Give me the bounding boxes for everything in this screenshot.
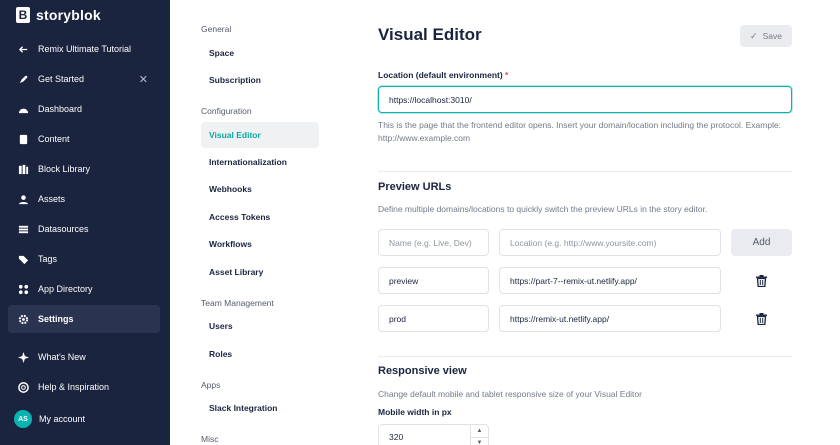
sidebar-item-label: Block Library [38, 164, 91, 174]
subnav-item-workflows[interactable]: Workflows [201, 231, 319, 257]
save-button[interactable]: ✓ Save [740, 25, 792, 47]
location-label-text: Location (default environment) [378, 70, 503, 80]
stepper-arrows: ▲ ▼ [470, 425, 488, 445]
subnav-item-webhooks[interactable]: Webhooks [201, 176, 319, 202]
preview-row-name[interactable]: preview [378, 267, 489, 294]
chevron-down-icon[interactable]: ▼ [471, 438, 488, 445]
add-preview-button[interactable]: Add [731, 229, 792, 256]
sidebar-item-assets[interactable]: Assets [8, 185, 160, 213]
tag-icon [17, 253, 29, 265]
help-icon [17, 381, 29, 393]
preview-row-name[interactable]: prod [378, 305, 489, 332]
preview-row-url[interactable]: https://part-7--remix-ut.netlify.app/ [499, 267, 721, 294]
trash-icon[interactable] [755, 312, 767, 325]
sidebar-item-label: Assets [38, 194, 66, 204]
space-name: Remix Ultimate Tutorial [38, 44, 132, 54]
sidebar-item-app-directory[interactable]: App Directory [8, 275, 160, 303]
subnav-heading-general: General [201, 24, 232, 34]
assets-icon [17, 193, 29, 205]
close-icon[interactable]: ✕ [139, 73, 148, 86]
chevron-up-icon[interactable]: ▲ [471, 425, 488, 438]
main-content: Visual Editor ✓ Save Location (default e… [338, 0, 840, 445]
subnav-item-subscription[interactable]: Subscription [201, 67, 319, 93]
sidebar-item-get-started[interactable]: Get Started ✕ [8, 65, 160, 93]
main-sidebar: B storyblok Remix Ultimate Tutorial Get … [0, 0, 170, 445]
sidebar-item-label: Tags [38, 254, 58, 264]
subnav-item-space[interactable]: Space [201, 40, 319, 66]
back-to-space-link[interactable]: Remix Ultimate Tutorial [8, 35, 160, 63]
subnav-heading-team: Team Management [201, 298, 274, 308]
page-title: Visual Editor [378, 25, 482, 44]
subnav-item-users[interactable]: Users [201, 313, 319, 339]
preview-name-input[interactable]: Name (e.g. Live, Dev) [378, 229, 489, 256]
settings-subnav: General Space Subscription Configuration… [170, 0, 338, 445]
sidebar-item-whats-new[interactable]: What's New [8, 343, 160, 371]
subnav-heading-configuration: Configuration [201, 106, 252, 116]
avatar: AS [14, 410, 32, 428]
sidebar-item-label: Help & Inspiration [38, 382, 110, 392]
sidebar-item-tags[interactable]: Tags [8, 245, 160, 273]
sidebar-item-label: Settings [38, 314, 74, 324]
dashboard-icon [17, 103, 29, 115]
location-help-text: This is the page that the frontend edito… [378, 120, 782, 143]
mobile-width-stepper[interactable]: 320 ▲ ▼ [378, 424, 489, 445]
subnav-item-internationalization[interactable]: Internationalization [201, 149, 319, 175]
save-label: Save [762, 31, 782, 41]
subnav-item-access-tokens[interactable]: Access Tokens [201, 204, 319, 230]
sidebar-item-datasources[interactable]: Datasources [8, 215, 160, 243]
divider [378, 171, 792, 172]
sidebar-item-label: Dashboard [38, 104, 83, 114]
subnav-item-roles[interactable]: Roles [201, 341, 319, 367]
sidebar-item-label: My account [39, 414, 86, 424]
mobile-width-label: Mobile width in px [378, 407, 452, 417]
required-marker: * [505, 70, 509, 80]
responsive-view-title: Responsive view [378, 365, 467, 377]
sparkle-icon [17, 351, 29, 363]
rocket-icon [17, 73, 29, 85]
sidebar-item-label: What's New [38, 352, 86, 362]
location-input[interactable]: https://localhost:3010/ [378, 86, 792, 113]
sidebar-item-label: Datasources [38, 224, 89, 234]
check-icon: ✓ [750, 30, 758, 41]
responsive-view-description: Change default mobile and tablet respons… [378, 389, 642, 399]
subnav-item-slack[interactable]: Slack Integration [201, 395, 319, 421]
subnav-heading-misc: Misc [201, 434, 219, 444]
logo-text: storyblok [36, 7, 101, 23]
gear-icon [17, 313, 29, 325]
divider [378, 356, 792, 357]
mobile-width-value: 320 [389, 432, 404, 442]
preview-row-url[interactable]: https://remix-ut.netlify.app/ [499, 305, 721, 332]
sidebar-item-label: Content [38, 134, 70, 144]
arrow-left-icon [17, 43, 29, 55]
location-label: Location (default environment) * [378, 70, 508, 80]
datasources-icon [17, 223, 29, 235]
trash-icon[interactable] [755, 274, 767, 287]
preview-location-input[interactable]: Location (e.g. http://www.yoursite.com) [499, 229, 721, 256]
app-directory-icon [17, 283, 29, 295]
sidebar-item-label: App Directory [38, 284, 93, 294]
sidebar-item-block-library[interactable]: Block Library [8, 155, 160, 183]
content-icon [17, 133, 29, 145]
sidebar-item-help[interactable]: Help & Inspiration [8, 373, 160, 401]
sidebar-item-label: Get Started [38, 74, 85, 84]
sidebar-item-account[interactable]: AS My account [8, 405, 160, 433]
sidebar-item-dashboard[interactable]: Dashboard [8, 95, 160, 123]
block-library-icon [17, 163, 29, 175]
sidebar-item-content[interactable]: Content [8, 125, 160, 153]
subnav-heading-apps: Apps [201, 380, 221, 390]
subnav-item-asset-library[interactable]: Asset Library [201, 259, 319, 285]
sidebar-item-settings[interactable]: Settings [8, 305, 160, 333]
logo-icon: B [16, 7, 30, 23]
preview-urls-description: Define multiple domains/locations to qui… [378, 204, 708, 214]
storyblok-logo[interactable]: B storyblok [16, 7, 101, 23]
preview-urls-title: Preview URLs [378, 181, 452, 193]
subnav-item-visual-editor[interactable]: Visual Editor [201, 122, 319, 148]
